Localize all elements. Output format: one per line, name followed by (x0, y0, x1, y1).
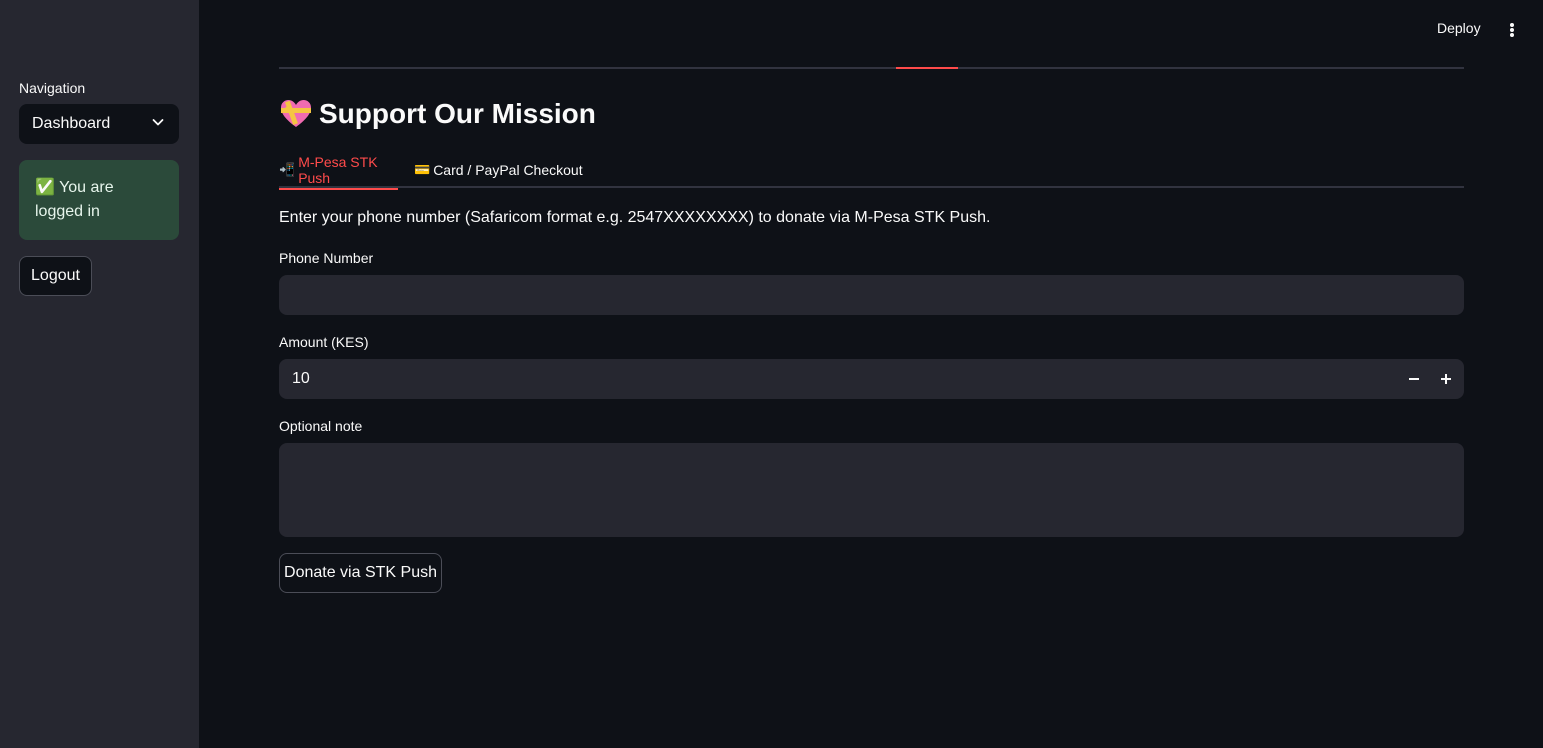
tab-card-paypal-label: Card / PayPal Checkout (433, 162, 583, 178)
tab-card-paypal-checkout[interactable]: 💳 Card / PayPal Checkout (414, 154, 583, 188)
logout-button[interactable]: Logout (19, 256, 92, 296)
page-title: Support Our Mission (279, 94, 596, 134)
credit-card-icon: 💳 (414, 162, 431, 177)
optional-note-textarea[interactable] (279, 443, 1464, 537)
increment-icon[interactable] (1430, 359, 1462, 399)
page-title-text: Support Our Mission (319, 98, 596, 129)
payment-tabs: 📲 M-Pesa STK Push 💳 Card / PayPal Checko… (279, 154, 1464, 190)
amount-label: Amount (KES) (279, 334, 369, 350)
deploy-button[interactable]: Deploy (1437, 20, 1481, 42)
amount-value: 10 (292, 370, 310, 387)
navigation-select-value: Dashboard (32, 115, 111, 132)
optional-note-label: Optional note (279, 418, 363, 434)
running-indicator (896, 67, 958, 69)
heart-gift-icon (279, 97, 313, 131)
navigation-label: Navigation (19, 80, 86, 96)
tab-mpesa-label: M-Pesa STK Push (298, 154, 378, 186)
login-status-alert: ✅ You are logged in (19, 160, 179, 240)
phone-number-label: Phone Number (279, 250, 374, 266)
navigation-select[interactable]: Dashboard (19, 104, 179, 144)
sidebar: Navigation Dashboard ✅ You are logged in… (0, 0, 199, 748)
phone-number-input[interactable] (279, 275, 1464, 315)
tab-mpesa-stk-push[interactable]: 📲 M-Pesa STK Push (279, 154, 398, 190)
app-root: Navigation Dashboard ✅ You are logged in… (0, 0, 1543, 748)
more-options-icon[interactable] (1503, 20, 1521, 40)
chevron-down-icon (150, 114, 166, 135)
donate-stk-push-button[interactable]: Donate via STK Push (279, 553, 442, 593)
decrement-icon[interactable] (1398, 359, 1430, 399)
amount-number-input[interactable]: 10 (279, 359, 1464, 399)
instructions-text: Enter your phone number (Safaricom forma… (279, 209, 991, 226)
top-divider (279, 67, 1464, 69)
mobile-arrow-icon: 📲 (279, 162, 296, 177)
